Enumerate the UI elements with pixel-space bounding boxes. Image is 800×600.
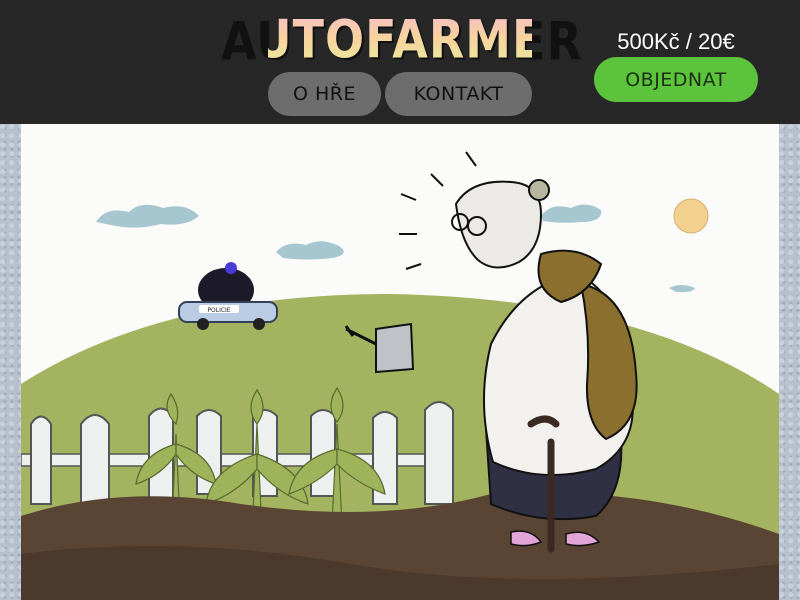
hero-illustration-svg: POLICIE [21, 124, 779, 600]
nav-contact-button[interactable]: KONTAKT [385, 72, 532, 116]
police-car-label: POLICIE [207, 307, 230, 314]
nav-about-button[interactable]: O HŘE [268, 72, 381, 116]
hero-illustration: POLICIE [21, 124, 779, 600]
logo[interactable]: AUTOFARMER [219, 1, 580, 77]
page-background-right [779, 124, 800, 600]
page-background-left [0, 124, 21, 600]
sun [673, 198, 709, 234]
site-header: AUTOFARMER AUTOFARMER O HŘE KONTAKT 500K… [0, 0, 800, 124]
price-label: 500Kč / 20€ [617, 29, 735, 54]
order-button[interactable]: OBJEDNAT [594, 57, 758, 102]
